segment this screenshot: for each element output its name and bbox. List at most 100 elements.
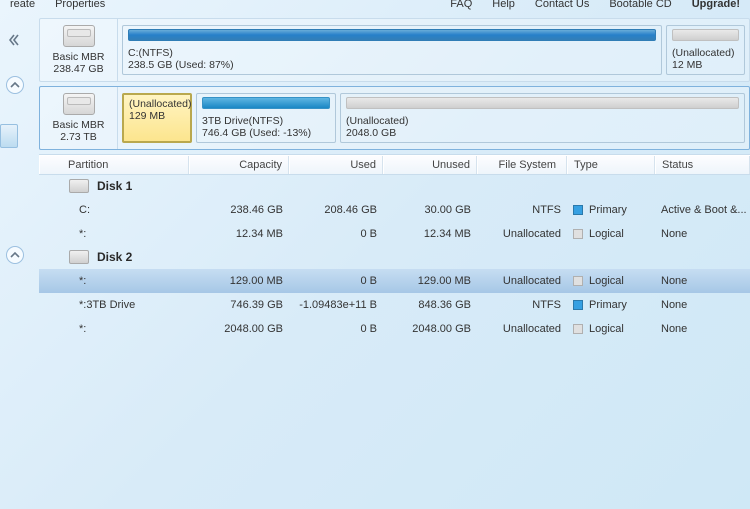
hdd-icon — [63, 93, 95, 115]
menu-right: FAQ Help Contact Us Bootable CD Upgrade! — [440, 0, 750, 14]
cell-filesystem: Unallocated — [477, 228, 567, 240]
disk-info-2: Basic MBR 2.73 TB — [40, 87, 118, 149]
cell-partition: *:3TB Drive — [39, 299, 189, 311]
table-body: Disk 1C:238.46 GB208.46 GB30.00 GBNTFSPr… — [39, 175, 750, 341]
col-unused[interactable]: Unused — [383, 156, 477, 174]
menu-contact[interactable]: Contact Us — [525, 0, 599, 14]
disk-type-label: Basic MBR — [53, 119, 105, 131]
cell-type: Primary — [567, 299, 655, 311]
scroll-up-icon[interactable] — [6, 76, 24, 94]
cell-used: 0 B — [289, 323, 383, 335]
type-text: Primary — [589, 204, 627, 216]
col-partition[interactable]: Partition — [39, 156, 189, 174]
cell-capacity: 12.34 MB — [189, 228, 289, 240]
disk-type-label: Basic MBR — [53, 51, 105, 63]
menu-properties[interactable]: Properties — [45, 0, 115, 14]
cell-capacity: 2048.00 GB — [189, 323, 289, 335]
col-used[interactable]: Used — [289, 156, 383, 174]
table-row[interactable]: C:238.46 GB208.46 GB30.00 GBNTFSPrimaryA… — [39, 198, 750, 222]
col-status[interactable]: Status — [655, 156, 750, 174]
menu-upgrade[interactable]: Upgrade! — [682, 0, 750, 14]
disk-info-1: Basic MBR 238.47 GB — [40, 19, 118, 81]
partition-block-c[interactable]: C:(NTFS) 238.5 GB (Used: 87%) — [122, 25, 662, 75]
partition-sub: 238.5 GB (Used: 87%) — [128, 59, 656, 71]
hdd-icon — [63, 25, 95, 47]
partition-row-2: (Unallocated) 129 MB 3TB Drive(NTFS) 746… — [118, 87, 749, 149]
cell-status: None — [655, 323, 750, 335]
cell-partition: *: — [39, 228, 189, 240]
partition-block-unalloc-1[interactable]: (Unallocated) 12 MB — [666, 25, 745, 75]
partition-block-unalloc-sel[interactable]: (Unallocated) 129 MB — [122, 93, 192, 143]
table-header: Partition Capacity Used Unused File Syst… — [39, 155, 750, 175]
partition-bar — [672, 29, 739, 41]
menu-create[interactable]: reate — [0, 0, 45, 14]
menu-bootable[interactable]: Bootable CD — [599, 0, 681, 14]
table-row[interactable]: *:129.00 MB0 B129.00 MBUnallocatedLogica… — [39, 269, 750, 293]
partition-sub: 2048.0 GB — [346, 127, 739, 139]
partition-block-unalloc-2[interactable]: (Unallocated) 2048.0 GB — [340, 93, 745, 143]
type-swatch-icon — [573, 276, 583, 286]
table-group[interactable]: Disk 1 — [39, 175, 750, 198]
cell-filesystem: Unallocated — [477, 275, 567, 287]
type-swatch-icon — [573, 205, 583, 215]
type-text: Primary — [589, 299, 627, 311]
table-row[interactable]: *:2048.00 GB0 B2048.00 GBUnallocatedLogi… — [39, 317, 750, 341]
cell-unused: 848.36 GB — [383, 299, 477, 311]
partition-label: 3TB Drive(NTFS) — [202, 115, 330, 127]
col-capacity[interactable]: Capacity — [189, 156, 289, 174]
table-row[interactable]: *:12.34 MB0 B12.34 MBUnallocatedLogicalN… — [39, 222, 750, 246]
partition-block-3tb[interactable]: 3TB Drive(NTFS) 746.4 GB (Used: -13%) — [196, 93, 336, 143]
disk-panel-2[interactable]: Basic MBR 2.73 TB (Unallocated) 129 MB 3… — [39, 86, 750, 150]
type-text: Logical — [589, 228, 624, 240]
col-type[interactable]: Type — [567, 156, 655, 174]
cell-filesystem: Unallocated — [477, 323, 567, 335]
cell-type: Logical — [567, 275, 655, 287]
cell-status: Active & Boot &... — [655, 204, 750, 216]
partition-bar — [346, 97, 739, 109]
cell-unused: 129.00 MB — [383, 275, 477, 287]
cell-used: -1.09483e+11 B — [289, 299, 383, 311]
cell-capacity: 746.39 GB — [189, 299, 289, 311]
hdd-icon — [69, 179, 89, 193]
cell-status: None — [655, 228, 750, 240]
partition-bar — [202, 97, 330, 109]
cell-filesystem: NTFS — [477, 204, 567, 216]
type-swatch-icon — [573, 229, 583, 239]
disk-panel-1[interactable]: Basic MBR 238.47 GB C:(NTFS) 238.5 GB (U… — [39, 18, 750, 82]
cell-type: Logical — [567, 323, 655, 335]
cell-status: None — [655, 275, 750, 287]
table-group[interactable]: Disk 2 — [39, 246, 750, 269]
cell-unused: 30.00 GB — [383, 204, 477, 216]
menu-faq[interactable]: FAQ — [440, 0, 482, 14]
menu-bar: reate Properties FAQ Help Contact Us Boo… — [0, 0, 750, 12]
type-text: Logical — [589, 323, 624, 335]
partition-sub: 746.4 GB (Used: -13%) — [202, 127, 330, 139]
side-handle — [0, 20, 28, 500]
collapse-sidebar-icon[interactable] — [6, 30, 26, 50]
col-filesystem[interactable]: File System — [477, 156, 567, 174]
partition-sub: 12 MB — [672, 59, 739, 71]
partition-label: (Unallocated) — [346, 115, 739, 127]
cell-used: 208.46 GB — [289, 204, 383, 216]
main-area: Basic MBR 238.47 GB C:(NTFS) 238.5 GB (U… — [39, 18, 750, 341]
partition-bar — [128, 29, 656, 41]
type-swatch-icon — [573, 300, 583, 310]
cell-type: Primary — [567, 204, 655, 216]
menu-help[interactable]: Help — [482, 0, 525, 14]
cell-unused: 12.34 MB — [383, 228, 477, 240]
hdd-icon — [69, 250, 89, 264]
cell-partition: *: — [39, 275, 189, 287]
disk-size-label: 2.73 TB — [60, 131, 97, 143]
cell-partition: *: — [39, 323, 189, 335]
type-text: Logical — [589, 275, 624, 287]
disk-size-label: 238.47 GB — [53, 63, 103, 75]
scroll-up-icon-2[interactable] — [6, 246, 24, 264]
side-tab[interactable] — [0, 124, 18, 148]
group-name: Disk 2 — [97, 250, 132, 264]
partition-table: Partition Capacity Used Unused File Syst… — [39, 154, 750, 341]
menu-left: reate Properties — [0, 0, 115, 14]
table-row[interactable]: *:3TB Drive746.39 GB-1.09483e+11 B848.36… — [39, 293, 750, 317]
cell-filesystem: NTFS — [477, 299, 567, 311]
cell-unused: 2048.00 GB — [383, 323, 477, 335]
cell-capacity: 129.00 MB — [189, 275, 289, 287]
